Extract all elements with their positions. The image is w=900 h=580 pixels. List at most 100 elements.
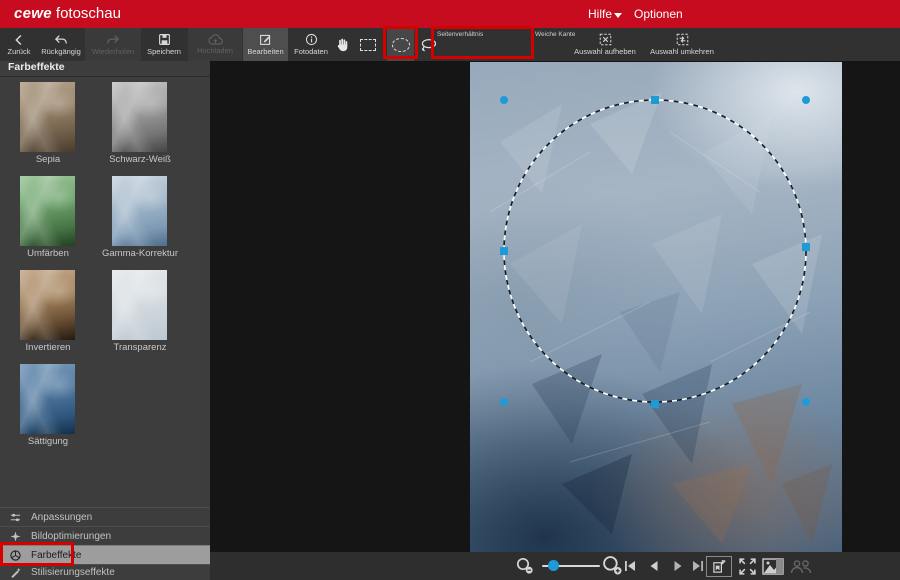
selection-handle-top-left[interactable] bbox=[500, 96, 508, 104]
zoom-out-button[interactable] bbox=[516, 557, 534, 575]
selection-handle-bottom-left[interactable] bbox=[500, 398, 508, 406]
hand-tool-button[interactable] bbox=[332, 28, 354, 61]
sidebar-farbeffekte-panel: Farbeffekte Sepia Schwarz-Weiß Umfärben … bbox=[0, 61, 210, 580]
ellipse-select-icon bbox=[392, 38, 410, 52]
aspect-ratio-label: Seitenverhältnis bbox=[437, 31, 483, 38]
effect-thumb-saettigung[interactable] bbox=[20, 364, 75, 434]
previous-photo-button[interactable] bbox=[648, 560, 660, 572]
ellipse-select-tool-button[interactable] bbox=[387, 28, 414, 61]
invert-selection-label: Auswahl umkehren bbox=[650, 48, 714, 56]
selection-handle-bottom-center[interactable] bbox=[651, 400, 659, 408]
options-menu[interactable]: Optionen bbox=[634, 7, 683, 21]
redo-icon bbox=[106, 34, 120, 46]
arrow-right-icon bbox=[672, 560, 684, 572]
zoom-in-button[interactable] bbox=[602, 555, 623, 576]
slideshow-button[interactable] bbox=[790, 560, 812, 573]
lasso-tool-button[interactable] bbox=[417, 28, 439, 61]
invert-selection-icon bbox=[676, 33, 689, 46]
sparkle-icon bbox=[9, 530, 21, 542]
sidebar-item-label: Stilisierungseffekte bbox=[31, 567, 115, 578]
back-button[interactable]: Zurück bbox=[2, 28, 36, 61]
sidebar-item-label: Farbeffekte bbox=[31, 550, 81, 561]
effect-thumb-umfaerben[interactable] bbox=[20, 176, 75, 246]
selection-handle-bottom-right[interactable] bbox=[802, 398, 810, 406]
rect-select-icon bbox=[360, 39, 376, 51]
ellipse-selection[interactable] bbox=[470, 62, 842, 552]
zoom-in-icon bbox=[602, 555, 623, 576]
chevron-left-icon bbox=[13, 34, 25, 46]
next-photo-button[interactable] bbox=[672, 560, 684, 572]
edit-icon bbox=[259, 33, 272, 46]
photodata-label: Fotodaten bbox=[294, 48, 328, 56]
sidebar-item-bildoptimierungen[interactable]: Bildoptimierungen bbox=[0, 526, 210, 545]
deselect-button[interactable]: Auswahl aufheben bbox=[570, 28, 640, 61]
app-logo: cewefotoschau bbox=[14, 5, 121, 22]
undo-button[interactable]: Rückgängig bbox=[38, 28, 84, 61]
effect-label: Sepia bbox=[0, 154, 96, 165]
lasso-icon bbox=[420, 38, 437, 52]
effect-thumb-invertieren[interactable] bbox=[20, 270, 75, 340]
invert-selection-button[interactable]: Auswahl umkehren bbox=[644, 28, 720, 61]
sidebar-item-stilisierungseffekte[interactable]: Stilisierungseffekte bbox=[0, 564, 210, 580]
deselect-label: Auswahl aufheben bbox=[574, 48, 636, 56]
arrow-left-icon bbox=[648, 560, 660, 572]
before-after-icon bbox=[762, 558, 784, 575]
rect-select-tool-button[interactable] bbox=[356, 28, 380, 61]
info-icon bbox=[305, 33, 318, 46]
people-icon bbox=[790, 560, 812, 573]
cloud-upload-icon bbox=[208, 34, 223, 45]
help-menu[interactable]: Hilfe bbox=[588, 7, 612, 21]
upload-button[interactable]: Hochladen bbox=[188, 28, 242, 61]
fullscreen-button[interactable] bbox=[738, 557, 757, 576]
undo-icon bbox=[54, 34, 68, 46]
toolbar: Zurück Rückgängig Wiederholen Speichern bbox=[0, 28, 900, 61]
back-label: Zurück bbox=[8, 48, 31, 56]
sidebar-item-farbeffekte[interactable]: Farbeffekte bbox=[0, 545, 210, 564]
save-icon bbox=[158, 33, 171, 46]
redo-button[interactable]: Wiederholen bbox=[85, 28, 141, 61]
sidebar-header: Farbeffekte bbox=[0, 61, 210, 76]
divider bbox=[0, 76, 210, 77]
fit-selection-icon bbox=[712, 559, 727, 574]
effect-thumb-transparenz[interactable] bbox=[112, 270, 167, 340]
selection-handle-middle-right[interactable] bbox=[802, 243, 810, 251]
fit-to-selection-button[interactable] bbox=[706, 556, 732, 577]
skip-end-icon bbox=[692, 560, 704, 572]
effect-label: Transparenz bbox=[92, 342, 188, 353]
app-window: cewefotoschau Hilfe Optionen Zurück Rück… bbox=[0, 0, 900, 580]
compare-view-button[interactable] bbox=[762, 558, 784, 575]
first-photo-button[interactable] bbox=[624, 560, 636, 572]
photo-canvas-image[interactable] bbox=[470, 62, 842, 552]
hand-icon bbox=[336, 37, 350, 52]
redo-label: Wiederholen bbox=[92, 48, 134, 56]
titlebar: cewefotoschau Hilfe Optionen bbox=[0, 0, 900, 28]
zoom-slider-thumb[interactable] bbox=[548, 560, 559, 571]
photodata-button[interactable]: Fotodaten bbox=[290, 28, 332, 61]
edit-label: Bearbeiten bbox=[247, 48, 283, 56]
bottom-toolbar bbox=[210, 552, 900, 580]
selection-handle-top-center[interactable] bbox=[651, 96, 659, 104]
sidebar-item-anpassungen[interactable]: Anpassungen bbox=[0, 507, 210, 526]
chevron-down-icon[interactable] bbox=[614, 13, 622, 18]
sidebar-item-label: Anpassungen bbox=[31, 512, 92, 523]
effect-label: Umfärben bbox=[0, 248, 96, 259]
save-button[interactable]: Speichern bbox=[142, 28, 186, 61]
effects-wand-icon bbox=[9, 567, 21, 579]
effect-label: Schwarz-Weiß bbox=[92, 154, 188, 165]
upload-label: Hochladen bbox=[197, 47, 233, 55]
save-label: Speichern bbox=[147, 48, 181, 56]
effect-thumb-schwarz-weiss[interactable] bbox=[112, 82, 167, 152]
color-wheel-icon bbox=[9, 549, 21, 561]
effect-thumb-sepia[interactable] bbox=[20, 82, 75, 152]
undo-label: Rückgängig bbox=[41, 48, 81, 56]
edit-button[interactable]: Bearbeiten bbox=[243, 28, 288, 61]
effect-label: Invertieren bbox=[0, 342, 96, 353]
brand-fotoschau: fotoschau bbox=[56, 5, 121, 22]
selection-handle-top-right[interactable] bbox=[802, 96, 810, 104]
sidebar-item-label: Bildoptimierungen bbox=[31, 531, 111, 542]
effect-thumb-gamma-korrektur[interactable] bbox=[112, 176, 167, 246]
last-photo-button[interactable] bbox=[692, 560, 704, 572]
sliders-icon bbox=[9, 511, 21, 523]
brand-cewe: cewe bbox=[14, 5, 52, 22]
selection-handle-middle-left[interactable] bbox=[500, 247, 508, 255]
